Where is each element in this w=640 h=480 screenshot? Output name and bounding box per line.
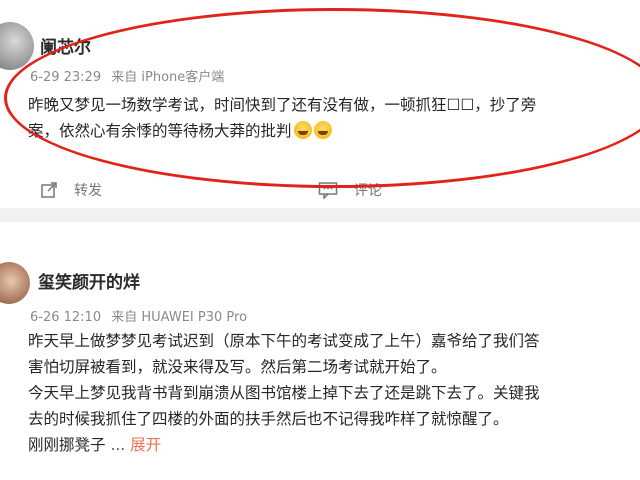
- post-date: 6-29 23:29: [30, 70, 102, 85]
- post-line: 昨晚又梦见一场数学考试，时间快到了还有没有做，一顿抓狂☐☐，抄了旁: [28, 96, 537, 114]
- post-line: 刚刚挪凳子: [28, 436, 106, 454]
- username[interactable]: 玺笑颜开的烊: [38, 268, 140, 293]
- post-divider: [0, 208, 640, 222]
- post-date: 6-26 12:10: [30, 310, 102, 325]
- comment-label: 评论: [354, 183, 382, 199]
- post-card: 阑芯尔 6-29 23:29 来自 iPhone客户端 昨晚又梦见一场数学考试，…: [0, 0, 640, 208]
- post-body: 昨晚又梦见一场数学考试，时间快到了还有没有做，一顿抓狂☐☐，抄了旁 案，依然心有…: [28, 92, 536, 144]
- post-line: 害怕切屏被看到，就没来得及写。然后第二场考试就开始了。: [28, 358, 447, 376]
- repost-icon: [41, 182, 57, 198]
- repost-label: 转发: [74, 183, 102, 199]
- comment-button[interactable]: 评论: [318, 178, 382, 202]
- ellipsis: ...: [110, 436, 126, 454]
- expand-link[interactable]: 展开: [130, 436, 161, 454]
- post-line: 去的时候我抓住了四楼的外面的扶手然后也不记得我咋样了就惊醒了。: [28, 410, 509, 428]
- post-card: 玺笑颜开的烊 6-26 12:10 来自 HUAWEI P30 Pro 昨天早上…: [0, 222, 640, 480]
- post-source: 来自 HUAWEI P30 Pro: [111, 310, 248, 325]
- post-line: 昨天早上做梦梦见考试迟到（原本下午的考试变成了上午）嘉爷给了我们答: [28, 332, 540, 350]
- crying-emoji-icon: [293, 121, 312, 139]
- post-line: 今天早上梦见我背书背到崩溃从图书馆楼上掉下去了还是跳下去了。关键我: [28, 384, 540, 402]
- post-line-with-emoji: 案，依然心有余悸的等待杨大莽的批判: [28, 118, 536, 144]
- post-meta: 6-29 23:29 来自 iPhone客户端: [30, 66, 230, 85]
- post-body: 昨天早上做梦梦见考试迟到（原本下午的考试变成了上午）嘉爷给了我们答 害怕切屏被看…: [28, 328, 540, 458]
- post-line: 案，依然心有余悸的等待杨大莽的批判: [28, 122, 292, 140]
- comment-icon: [318, 182, 338, 199]
- repost-button[interactable]: 转发: [40, 178, 102, 202]
- post-meta: 6-26 12:10 来自 HUAWEI P30 Pro: [30, 306, 253, 325]
- avatar[interactable]: [0, 262, 30, 304]
- post-source: 来自 iPhone客户端: [111, 70, 225, 85]
- avatar[interactable]: [0, 22, 34, 70]
- post-last-line: 刚刚挪凳子 ... 展开: [28, 432, 540, 458]
- username[interactable]: 阑芯尔: [40, 33, 91, 58]
- crying-emoji-icon: [313, 121, 332, 139]
